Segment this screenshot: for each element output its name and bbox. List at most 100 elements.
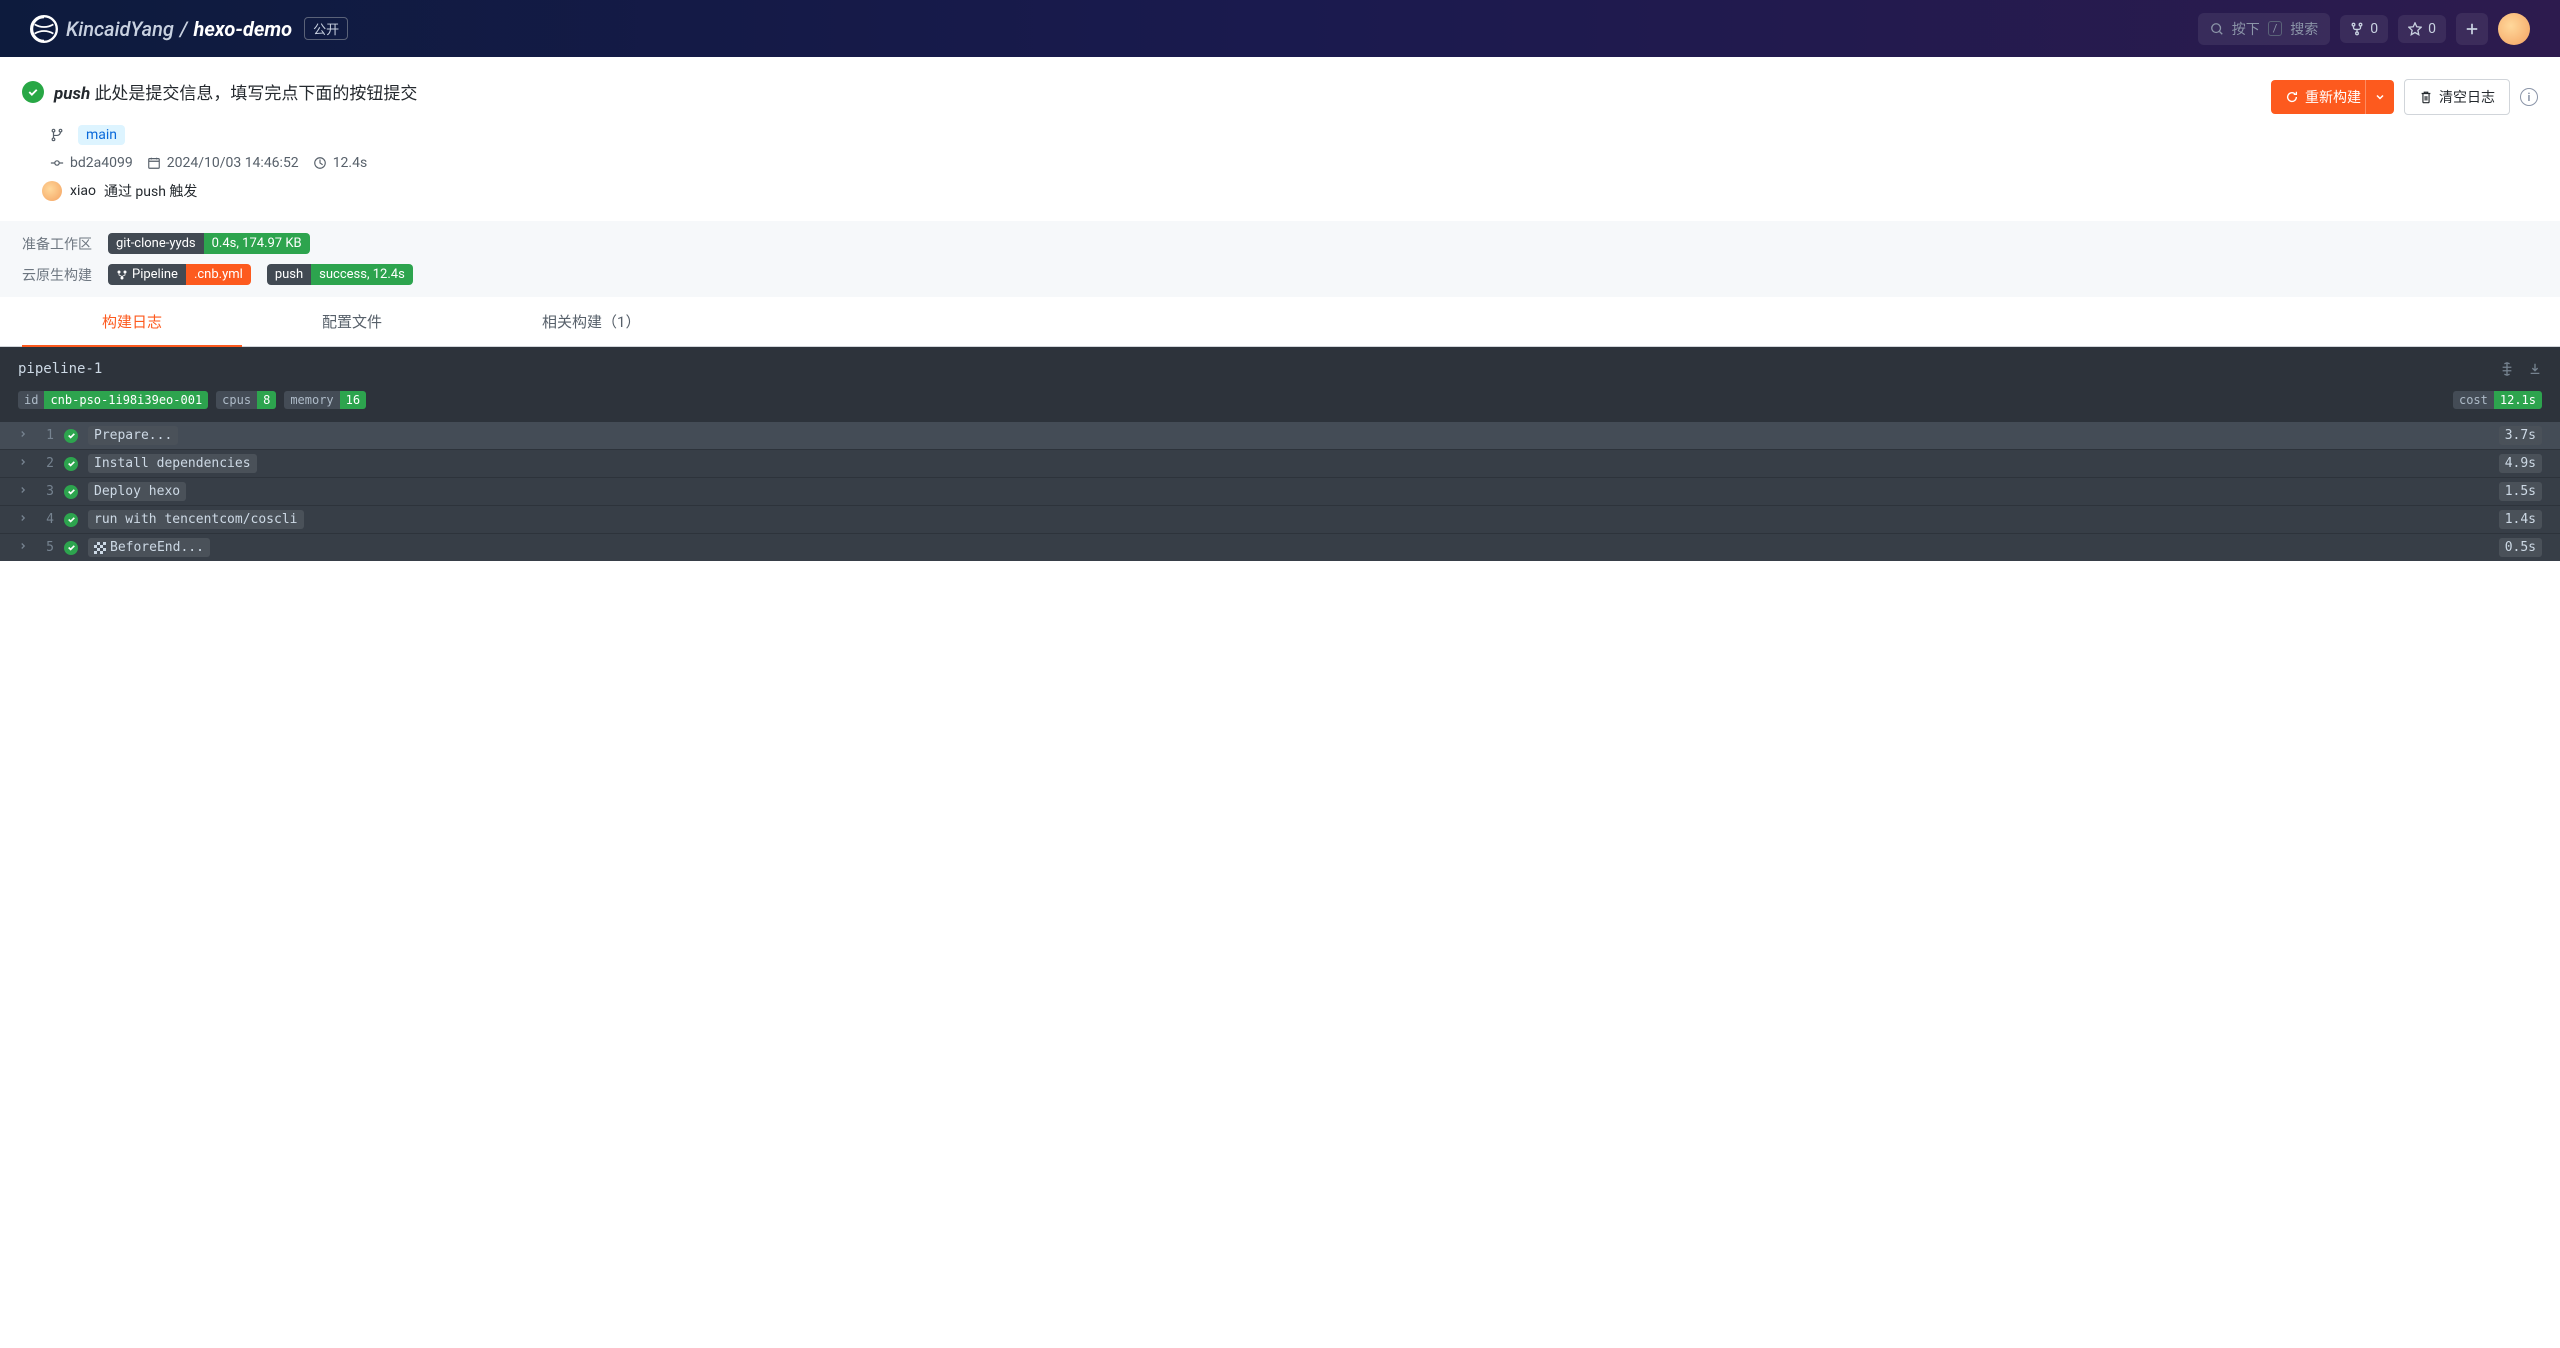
star-icon [2408,22,2422,36]
step-row[interactable]: 3 Deploy hexo 1.5s [0,477,2560,505]
expand-icon[interactable] [2500,362,2514,376]
star-count: 0 [2428,21,2436,37]
build-datetime: 2024/10/03 14:46:52 [167,155,299,171]
create-button[interactable] [2456,13,2488,45]
search-input[interactable]: 按下 / 搜索 [2198,13,2331,45]
pipeline-header: pipeline-1 [0,347,2560,385]
breadcrumb-separator: / [180,17,188,41]
pipeline-header-icons [2500,362,2542,376]
pipeline-cost-label: cost [2453,391,2494,409]
step-name: Install dependencies [88,454,257,473]
nav-right: 按下 / 搜索 0 0 [2198,13,2530,45]
clock-icon [313,156,327,170]
nav-left: KincaidYang / hexo-demo 公开 [30,15,348,43]
step-duration: 1.4s [2499,510,2542,529]
step-number: 2 [40,456,54,471]
pipeline-panel: pipeline-1 id cnb-pso-1i98i39eo-001 cpus… [0,347,2560,561]
search-hint-right: 搜索 [2290,19,2318,39]
chevron-right-icon[interactable] [18,428,30,443]
step-status-success-icon [64,457,78,471]
step-name: Deploy hexo [88,482,186,501]
clear-log-label: 清空日志 [2439,87,2495,107]
branch-icon [50,128,64,142]
info-icon[interactable]: i [2520,88,2538,106]
fork-button[interactable]: 0 [2340,15,2388,43]
search-icon [2210,22,2224,36]
plus-icon [2465,22,2479,36]
search-key-hint: / [2268,21,2283,36]
phase-build-label: 云原生构建 [22,265,92,285]
chevron-down-icon [2374,91,2386,103]
build-meta: main bd2a4099 2024/10/03 14:46:52 12.4s … [0,125,2560,221]
step-name: BeforeEnd... [88,538,210,557]
chevron-right-icon[interactable] [18,540,30,555]
phase-prepare: 准备工作区 git-clone-yyds 0.4s, 174.97 KB [22,233,2538,254]
clear-log-button[interactable]: 清空日志 [2404,79,2510,115]
breadcrumb-repo[interactable]: hexo-demo [193,17,292,41]
branch-row: main [50,125,2538,145]
pipeline-title: pipeline-1 [18,361,102,377]
pipeline-cost-value: 12.1s [2494,391,2542,409]
refresh-icon [2285,90,2299,104]
step-number: 5 [40,540,54,555]
build-title: push 此处是提交信息，填写完点下面的按钮提交 [54,79,417,104]
push-result-tag[interactable]: push success, 12.4s [267,264,413,285]
step-status-success-icon [64,429,78,443]
trigger-user[interactable]: xiao [70,183,96,199]
pipeline-memory-label: memory [284,391,339,409]
push-tag-result: success, 12.4s [311,264,413,285]
pipeline-cpus-label: cpus [216,391,257,409]
trigger-avatar[interactable] [42,181,62,201]
step-status-success-icon [64,541,78,555]
rebuild-dropdown[interactable] [2365,80,2394,114]
build-commit-message: 此处是提交信息，填写完点下面的按钮提交 [94,84,417,104]
commit-sha: bd2a4099 [70,155,133,171]
push-tag-name: push [267,264,311,285]
datetime-item: 2024/10/03 14:46:52 [147,155,299,171]
pipeline-cpus-tag: cpus 8 [216,391,276,409]
step-status-success-icon [64,513,78,527]
step-row[interactable]: 1 Prepare... 3.7s [0,421,2560,449]
chevron-right-icon[interactable] [18,484,30,499]
step-duration: 4.9s [2499,454,2542,473]
flag-icon [94,542,106,554]
step-name: Prepare... [88,426,178,445]
pipeline-memory-tag: memory 16 [284,391,366,409]
chevron-right-icon[interactable] [18,456,30,471]
branch-pill[interactable]: main [78,125,125,145]
pipeline-tag-file: .cnb.yml [186,264,251,285]
commit-icon [50,156,64,170]
duration-item: 12.4s [313,155,368,171]
step-row[interactable]: 4 run with tencentcom/coscli 1.4s [0,505,2560,533]
trigger-row: xiao 通过 push 触发 [42,181,2538,201]
download-icon[interactable] [2528,362,2542,376]
phase-section: 准备工作区 git-clone-yyds 0.4s, 174.97 KB 云原生… [0,221,2560,297]
git-clone-tag[interactable]: git-clone-yyds 0.4s, 174.97 KB [108,233,310,254]
build-title-row: push 此处是提交信息，填写完点下面的按钮提交 [22,79,417,104]
tab-related-builds[interactable]: 相关构建（1） [462,297,720,346]
user-avatar[interactable] [2498,13,2530,45]
rebuild-button[interactable]: 重新构建 [2271,80,2375,114]
pipeline-meta: id cnb-pso-1i98i39eo-001 cpus 8 memory 1… [0,385,2560,421]
step-row[interactable]: 2 Install dependencies 4.9s [0,449,2560,477]
git-clone-tag-stats: 0.4s, 174.97 KB [204,233,310,254]
step-name: run with tencentcom/coscli [88,510,304,529]
pipeline-memory-value: 16 [340,391,366,409]
logo-icon[interactable] [30,15,58,43]
phase-prepare-label: 准备工作区 [22,234,92,254]
tab-config-file[interactable]: 配置文件 [242,297,462,346]
commit-sha-item[interactable]: bd2a4099 [50,155,133,171]
breadcrumb-owner[interactable]: KincaidYang [66,17,174,41]
tab-build-log[interactable]: 构建日志 [22,297,242,346]
git-clone-tag-name: git-clone-yyds [108,233,204,254]
build-duration: 12.4s [333,155,368,171]
pipeline-tag[interactable]: Pipeline .cnb.yml [108,264,251,285]
pipeline-cost-tag: cost 12.1s [2453,391,2542,409]
fork-icon [2350,22,2364,36]
build-header: push 此处是提交信息，填写完点下面的按钮提交 重新构建 清空日志 i [0,57,2560,125]
calendar-icon [147,156,161,170]
step-row[interactable]: 5 BeforeEnd... 0.5s [0,533,2560,561]
chevron-right-icon[interactable] [18,512,30,527]
step-duration: 0.5s [2499,538,2542,557]
star-button[interactable]: 0 [2398,15,2446,43]
